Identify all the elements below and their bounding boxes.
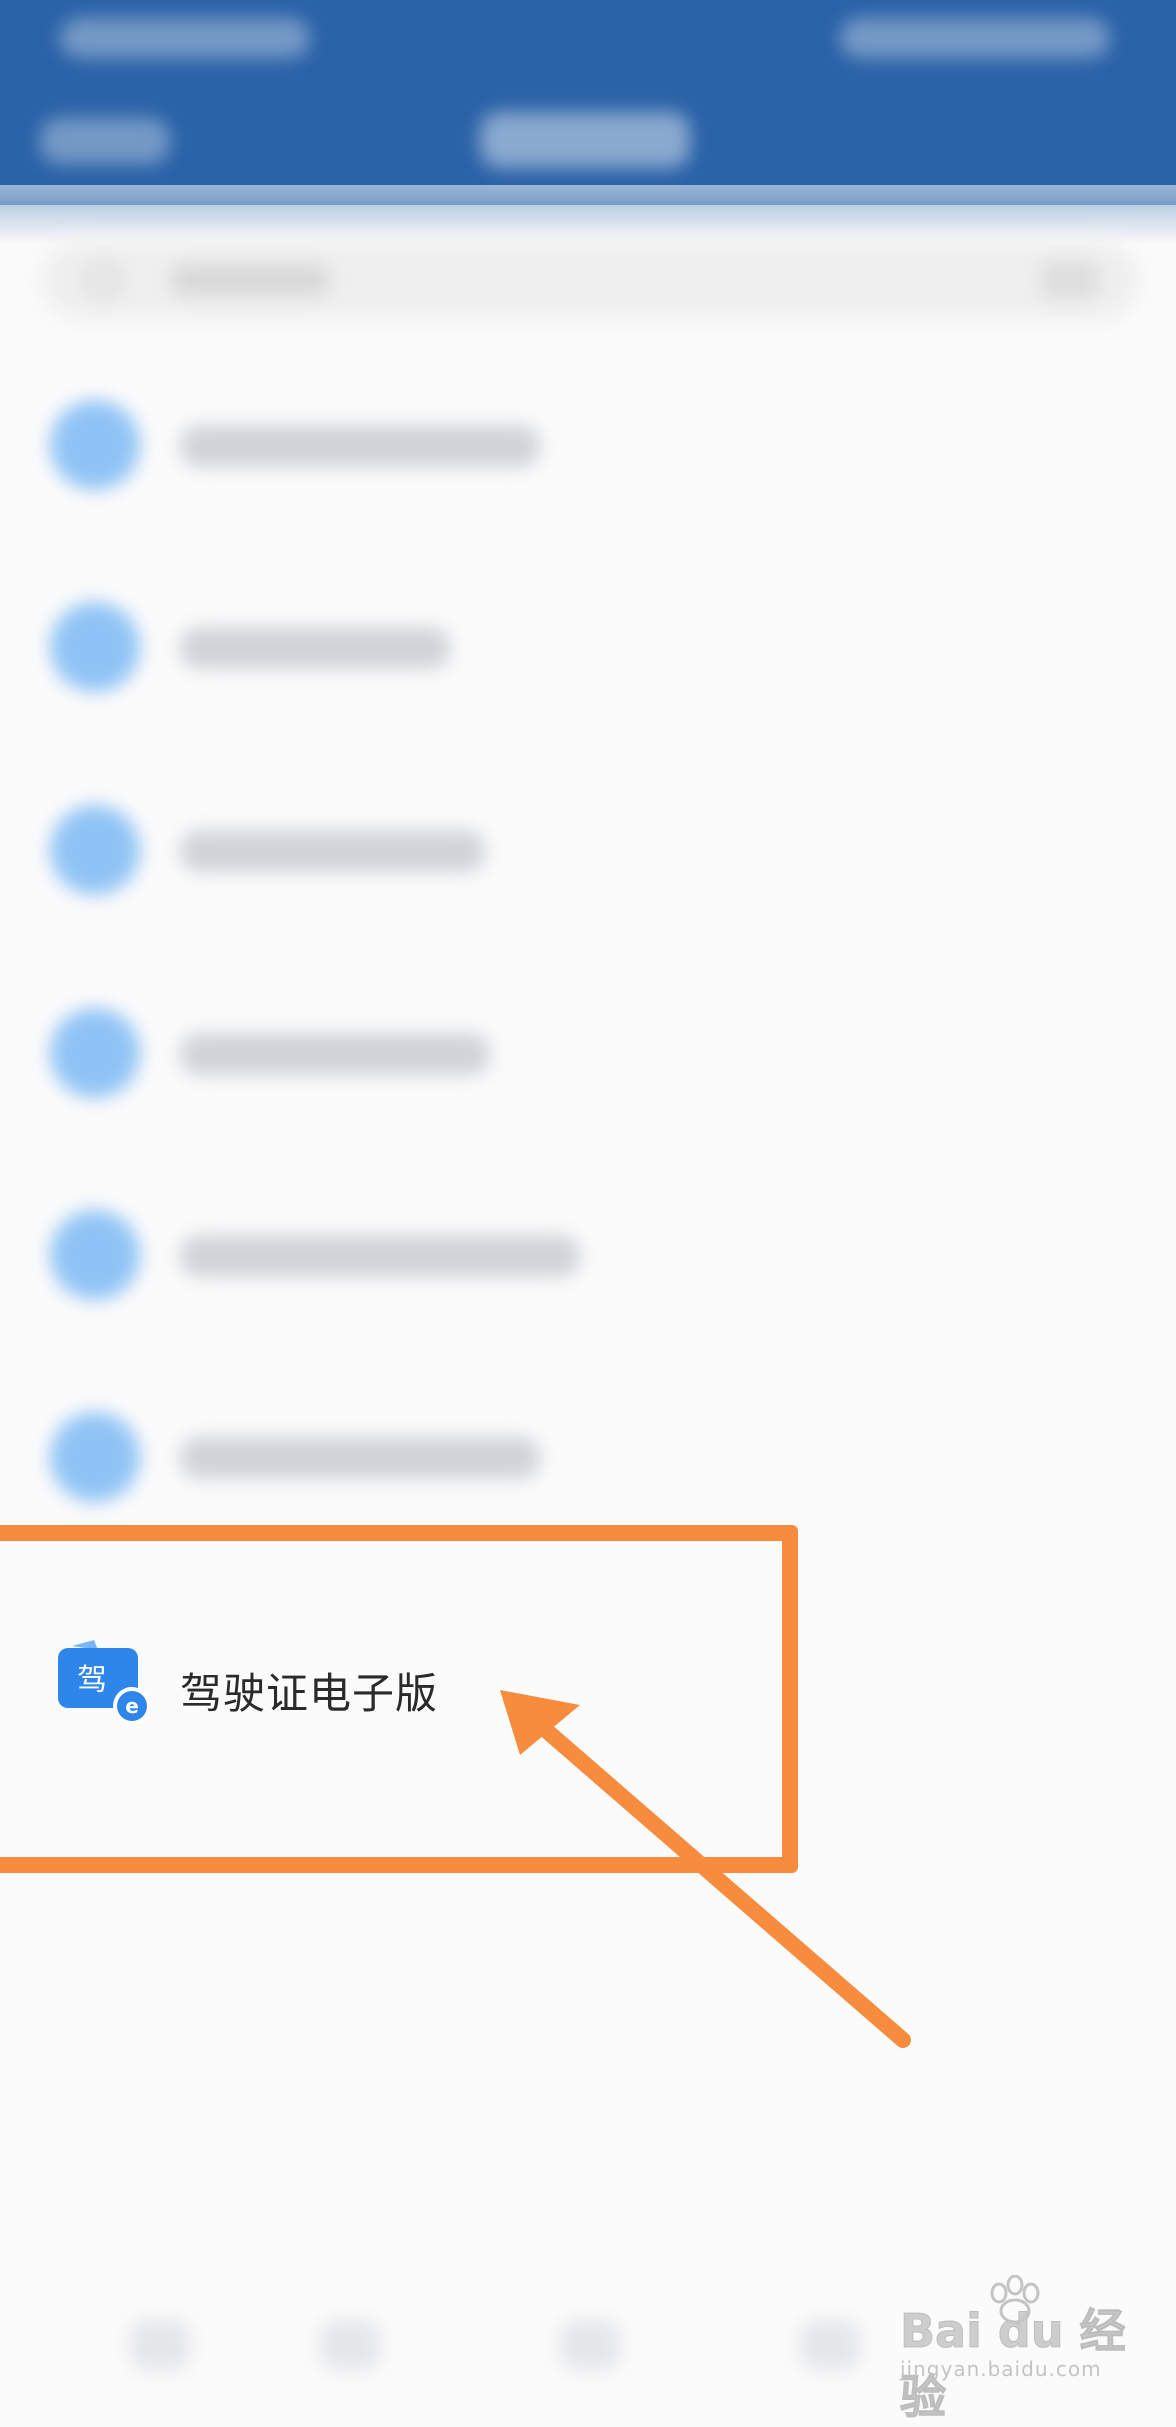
service-icon (50, 602, 140, 692)
back-button[interactable] (40, 118, 170, 164)
list-item[interactable] (0, 978, 760, 1108)
nav-item[interactable] (320, 2320, 380, 2370)
list-item-label (180, 1033, 490, 1075)
nav-item[interactable] (130, 2320, 190, 2370)
status-bar-left (60, 18, 310, 58)
service-icon (50, 1210, 140, 1300)
search-icon (85, 262, 121, 298)
list-item[interactable] (0, 1382, 760, 1512)
page-title (480, 112, 690, 168)
header-shadow (0, 185, 1176, 245)
watermark-url: jingyan.baidu.com (900, 2357, 1102, 2381)
list-item-label (180, 627, 450, 669)
list-item[interactable] (0, 1180, 760, 1310)
nav-item[interactable] (560, 2320, 620, 2370)
service-icon (50, 805, 140, 895)
list-item-label (180, 1235, 580, 1277)
watermark: Bai du 经验 jingyan.baidu.com (900, 2275, 1160, 2425)
list-item-label (180, 425, 540, 467)
annotation-highlight-box (0, 1525, 798, 1873)
list-item-label (180, 830, 485, 872)
service-icon (50, 1008, 140, 1098)
app-header (0, 0, 1176, 205)
search-bar[interactable] (40, 240, 1140, 320)
list-item-label (180, 1437, 540, 1479)
nav-item[interactable] (800, 2320, 860, 2370)
status-bar-right (840, 18, 1110, 58)
service-icon (50, 1412, 140, 1502)
list-item[interactable] (0, 370, 760, 500)
list-item[interactable] (0, 775, 760, 905)
service-icon (50, 400, 140, 490)
search-action[interactable] (1040, 260, 1100, 300)
list-item[interactable] (0, 572, 760, 702)
search-placeholder (170, 264, 330, 296)
